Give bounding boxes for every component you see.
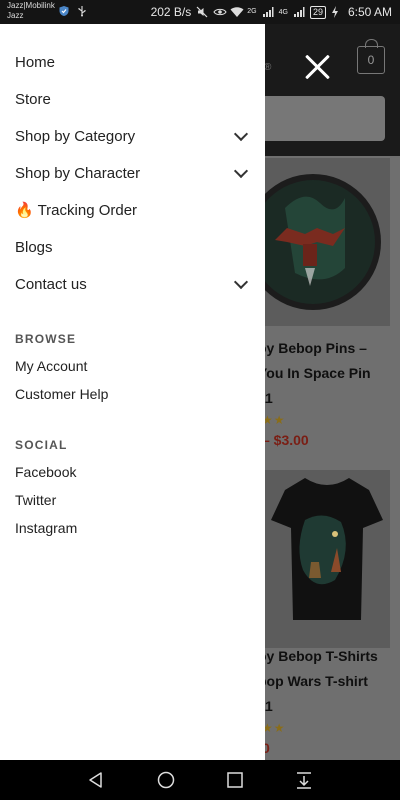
product-title-1-line-2: You In Space Pin <box>258 365 371 381</box>
status-bar: Jazz|Mobilink Jazz 202 B/s 2G 4G 29 6:50… <box>0 0 400 24</box>
battery-icon: 29 <box>309 5 326 19</box>
cart-button[interactable]: 0 <box>357 39 385 74</box>
menu-item-shop-by-category[interactable]: Shop by Category <box>15 123 250 149</box>
menu-item-label: Blogs <box>15 238 53 256</box>
chevron-down-icon[interactable] <box>233 163 249 178</box>
menu-item-label: 🔥 Tracking Order <box>15 202 138 219</box>
menu-item-contact-us[interactable]: Contact us <box>15 271 250 297</box>
network-type: 2G <box>247 8 256 16</box>
menu-item-blogs[interactable]: Blogs <box>15 234 250 260</box>
product-title-2-line-2: bop Wars T-shirt <box>258 673 368 689</box>
social-item-instagram[interactable]: Instagram <box>15 520 77 536</box>
system-nav-bar <box>0 760 400 800</box>
carrier-label: Jazz|Mobilink Jazz <box>7 1 55 21</box>
home-icon[interactable] <box>156 770 176 790</box>
usb-icon <box>76 5 88 17</box>
mute-icon <box>196 6 208 18</box>
notification-pull-icon[interactable] <box>294 770 314 790</box>
chevron-down-icon[interactable] <box>233 126 249 141</box>
menu-item-label: Contact us <box>15 275 87 293</box>
product-image-tshirt[interactable] <box>265 470 390 648</box>
carrier-line-2: Jazz <box>7 11 24 20</box>
product-title-1[interactable]: oy Bebop Pins – You In Space Pin 11 <box>258 336 398 411</box>
chevron-down-icon[interactable] <box>233 274 249 289</box>
recents-icon[interactable] <box>225 770 245 790</box>
product-title-2-line-3: 11 <box>258 698 273 714</box>
wifi-icon <box>230 6 244 18</box>
browse-item-customer-help[interactable]: Customer Help <box>15 386 108 402</box>
browse-item-my-account[interactable]: My Account <box>15 358 87 374</box>
network-type-4g: 4G <box>278 8 288 16</box>
menu-item-shop-by-character[interactable]: Shop by Character <box>15 160 250 186</box>
network-speed: 202 B/s <box>150 5 192 19</box>
social-item-facebook[interactable]: Facebook <box>15 464 76 480</box>
back-icon[interactable] <box>86 770 106 790</box>
registered-mark: ® <box>264 62 272 73</box>
product-rating-1: ★★ <box>262 413 286 427</box>
menu-item-label: Store <box>15 90 51 108</box>
cart-count: 0 <box>367 53 375 67</box>
social-heading: SOCIAL <box>15 438 68 452</box>
product-title-2[interactable]: oy Bebop T-Shirts bop Wars T-shirt 11 <box>258 644 398 719</box>
navigation-drawer: Home Store Shop by Category Shop by Char… <box>0 24 265 760</box>
clock: 6:50 AM <box>347 5 392 19</box>
menu-item-label: Home <box>15 53 56 71</box>
product-title-1-line-1: oy Bebop Pins – <box>258 340 367 356</box>
menu-item-tracking-order[interactable]: 🔥 Tracking Order <box>15 197 250 223</box>
menu-item-label: Shop by Category <box>15 127 136 145</box>
product-price-1: – $3.00 <box>262 432 309 448</box>
signal-icon <box>262 6 274 18</box>
product-title-2-line-1: oy Bebop T-Shirts <box>258 648 378 664</box>
social-item-twitter[interactable]: Twitter <box>15 492 56 508</box>
charging-icon <box>331 6 343 18</box>
menu-item-home[interactable]: Home <box>15 49 250 75</box>
eye-icon <box>213 6 227 18</box>
product-rating-2: ★★ <box>262 721 286 735</box>
menu-item-store[interactable]: Store <box>15 86 250 112</box>
close-icon[interactable] <box>302 52 332 82</box>
product-image-pin[interactable] <box>245 158 390 326</box>
search-input[interactable] <box>250 96 385 141</box>
signal-icon-2 <box>293 6 305 18</box>
network-type-2g: 2G <box>247 8 257 15</box>
carrier-line-1: Jazz|Mobilink <box>7 1 55 10</box>
browse-heading: BROWSE <box>15 332 77 346</box>
menu-item-label: Shop by Character <box>15 164 141 182</box>
shield-icon <box>58 5 70 17</box>
product-title-1-line-3: 11 <box>258 390 273 406</box>
